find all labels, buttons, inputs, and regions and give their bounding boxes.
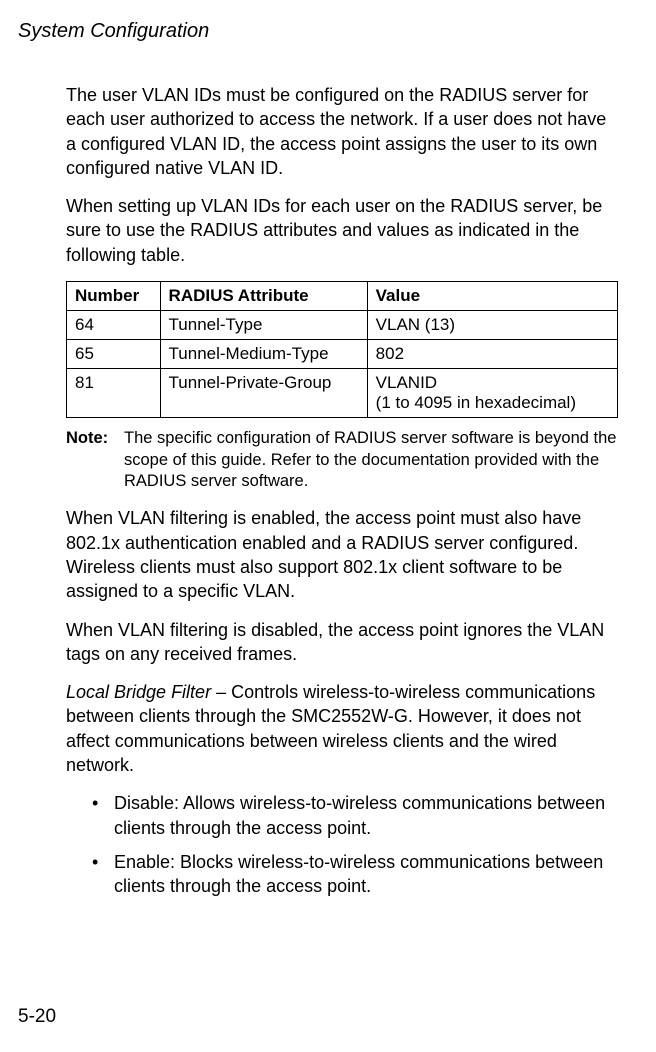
table-row: 65 Tunnel-Medium-Type 802: [67, 340, 618, 369]
table-cell-value: 802: [367, 340, 617, 369]
paragraph-2: When setting up VLAN IDs for each user o…: [66, 194, 618, 267]
paragraph-4: When VLAN filtering is disabled, the acc…: [66, 618, 618, 667]
bullet-list: Disable: Allows wireless-to-wireless com…: [66, 791, 618, 898]
radius-attributes-table: Number RADIUS Attribute Value 64 Tunnel-…: [66, 281, 618, 418]
table-cell-number: 81: [67, 369, 161, 418]
local-bridge-filter-label: Local Bridge Filter: [66, 682, 211, 702]
table-cell-number: 64: [67, 311, 161, 340]
table-cell-number: 65: [67, 340, 161, 369]
paragraph-3: When VLAN filtering is enabled, the acce…: [66, 506, 618, 603]
table-cell-attribute: Tunnel-Medium-Type: [160, 340, 367, 369]
table-row: 81 Tunnel-Private-Group VLANID (1 to 409…: [67, 369, 618, 418]
table-header-value: Value: [367, 282, 617, 311]
page-number: 5-20: [18, 1006, 56, 1027]
table-header-attribute: RADIUS Attribute: [160, 282, 367, 311]
page-header-title: System Configuration: [18, 20, 209, 42]
page-header: System Configuration: [18, 20, 628, 43]
note-label: Note:: [66, 428, 124, 492]
note-text: The specific configuration of RADIUS ser…: [124, 428, 618, 492]
table-header-row: Number RADIUS Attribute Value: [67, 282, 618, 311]
content-area: The user VLAN IDs must be configured on …: [28, 83, 628, 899]
bullet-item-enable: Enable: Blocks wireless-to-wireless comm…: [92, 850, 618, 899]
paragraph-1: The user VLAN IDs must be configured on …: [66, 83, 618, 180]
bullet-item-disable: Disable: Allows wireless-to-wireless com…: [92, 791, 618, 840]
table-cell-value: VLANID (1 to 4095 in hexadecimal): [367, 369, 617, 418]
table-cell-attribute: Tunnel-Type: [160, 311, 367, 340]
page-footer: 5-20: [18, 1006, 56, 1028]
table-header-number: Number: [67, 282, 161, 311]
note-block: Note: The specific configuration of RADI…: [66, 428, 618, 492]
paragraph-5: Local Bridge Filter – Controls wireless-…: [66, 680, 618, 777]
table-row: 64 Tunnel-Type VLAN (13): [67, 311, 618, 340]
table-cell-value: VLAN (13): [367, 311, 617, 340]
table-cell-attribute: Tunnel-Private-Group: [160, 369, 367, 418]
